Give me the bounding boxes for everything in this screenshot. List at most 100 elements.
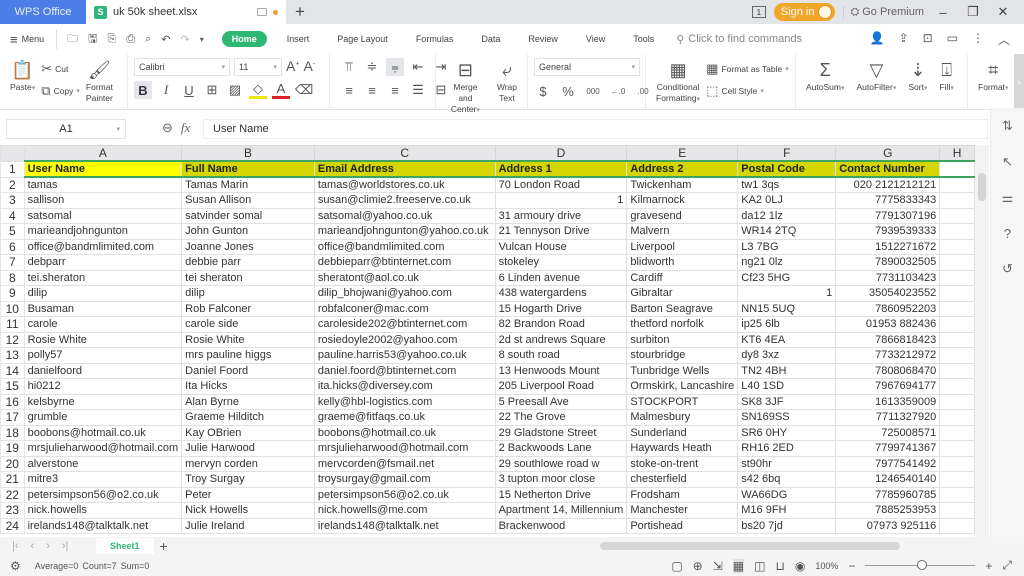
cell-a5[interactable]: marieandjohngunton [23,223,183,240]
cell-c20[interactable]: mervcorden@fsmail.net [313,455,496,472]
horizontal-scrollbar[interactable] [580,541,960,551]
cell-c24[interactable]: irelands148@talktalk.net [313,517,496,534]
cell-e1[interactable]: Address 2 [626,160,739,178]
row-header[interactable]: 20 [0,455,25,472]
cell-h4[interactable] [939,207,975,224]
row-header[interactable]: 12 [0,331,25,348]
cell-h1[interactable] [939,160,975,178]
cell-g23[interactable]: 7885253953 [835,502,941,519]
vertical-scrollbar[interactable] [975,145,989,537]
column-header-f[interactable]: F [737,145,837,162]
merge-center-button[interactable]: ⊟ Merge and Center▾ [440,56,491,118]
prev-sheet-icon[interactable]: ‹ [31,540,35,552]
cell-e7[interactable]: blidworth [626,254,739,271]
zoom-level[interactable]: 100% [815,561,838,571]
justify-icon[interactable]: ☰ [409,81,427,99]
cell-d17[interactable]: 22 The Grove [494,409,628,426]
cell-c13[interactable]: pauline.harris53@yahoo.co.uk [313,347,496,364]
row-header[interactable]: 17 [0,409,25,426]
cell-h23[interactable] [939,502,975,519]
cell-c18[interactable]: boobons@hotmail.co.uk [313,424,496,441]
cell-c4[interactable]: satsomal@yahoo.co.uk [313,207,496,224]
properties-icon[interactable]: ⚌ [1002,190,1014,206]
cell-b8[interactable]: tei sheraton [181,269,315,286]
number-format-select[interactable]: General ▾ [534,58,640,76]
cell-g10[interactable]: 7860952203 [835,300,941,317]
align-top-icon[interactable]: ⫪ [340,58,358,76]
menu-button[interactable]: ≡ Menu [10,32,44,47]
cell-b9[interactable]: dilip [181,285,315,302]
cell-d18[interactable]: 29 Gladstone Street [494,424,628,441]
close-button[interactable]: ✕ [992,4,1014,20]
cell-h7[interactable] [939,254,975,271]
cell-g12[interactable]: 7866818423 [835,331,941,348]
print-icon[interactable]: ⎙ [126,33,135,46]
tab-view[interactable]: View [586,34,605,44]
cell-h13[interactable] [939,347,975,364]
cell-a3[interactable]: sallison [23,192,183,209]
font-color-icon[interactable]: A [272,81,290,99]
cell-h17[interactable] [939,409,975,426]
cell-h12[interactable] [939,331,975,348]
cell-g16[interactable]: 1613359009 [835,393,941,410]
cell-h18[interactable] [939,424,975,441]
cell-a6[interactable]: office@bandmlimited.com [23,238,183,255]
cell-a13[interactable]: polly57 [23,347,183,364]
cell-h10[interactable] [939,300,975,317]
cell-e16[interactable]: STOCKPORT [626,393,739,410]
collaborate-icon[interactable]: ⊡ [923,31,933,48]
freeze-icon[interactable]: ⊕ [693,559,703,573]
row-header[interactable]: 5 [0,223,25,240]
cell-d6[interactable]: Vulcan House [494,238,628,255]
cell-e17[interactable]: Malmesbury [626,409,739,426]
column-header-d[interactable]: D [494,145,628,162]
more-icon[interactable]: ⋮ [972,31,984,48]
cell-f6[interactable]: L3 7BG [737,238,837,255]
cell-a18[interactable]: boobons@hotmail.co.uk [23,424,183,441]
cell-c19[interactable]: mrsjulieharwood@hotmail.com [313,440,496,457]
page-icon[interactable]: ▢ [671,559,682,573]
cell-e9[interactable]: Gibraltar [626,285,739,302]
cell-h16[interactable] [939,393,975,410]
save-icon[interactable]: 🖫 [88,30,97,49]
fill-button[interactable]: ⍗ Fill▾ [933,56,959,96]
row-header[interactable]: 24 [0,517,25,534]
cell-g19[interactable]: 7799741367 [835,440,941,457]
cell-b18[interactable]: Kay OBrien [181,424,315,441]
cell-d21[interactable]: 3 tupton moor close [494,471,628,488]
macro-icon[interactable]: ⚙ [10,559,21,573]
cell-d22[interactable]: 15 Netherton Drive [494,486,628,503]
command-search[interactable]: ⚲ Click to find commands [676,33,802,46]
cell-e4[interactable]: gravesend [626,207,739,224]
bold-icon[interactable]: B [134,81,152,99]
cell-h6[interactable] [939,238,975,255]
align-bottom-icon[interactable]: ⩦ [386,58,404,76]
cell-f2[interactable]: tw1 3qs [737,176,837,193]
minimize-button[interactable]: – [932,5,954,20]
cell-d8[interactable]: 6 Linden avenue [494,269,628,286]
font-size-select[interactable]: 11 ▾ [234,58,282,76]
customize-dropdown-icon[interactable]: ▾ [200,35,204,44]
row-header[interactable]: 11 [0,316,25,333]
cell-g7[interactable]: 7890032505 [835,254,941,271]
cell-b21[interactable]: Troy Surgay [181,471,315,488]
cell-b20[interactable]: mervyn corden [181,455,315,472]
cell-c9[interactable]: dilip_bhojwani@yahoo.com [313,285,496,302]
cell-e19[interactable]: Haywards Heath [626,440,739,457]
window-count-icon[interactable]: 1 [751,6,766,18]
cell-c23[interactable]: nick.howells@me.com [313,502,496,519]
cell-f4[interactable]: da12 1lz [737,207,837,224]
italic-icon[interactable]: I [157,81,175,99]
row-header[interactable]: 3 [0,192,25,209]
cell-a10[interactable]: Busaman [23,300,183,317]
redo-icon[interactable]: ↷ [181,33,190,46]
cell-f21[interactable]: s42 6bq [737,471,837,488]
fullscreen-icon[interactable]: ⤢ [1002,558,1012,573]
add-user-icon[interactable]: 👤 [870,31,885,48]
cell-b4[interactable]: satvinder somal [181,207,315,224]
cell-d4[interactable]: 31 armoury drive [494,207,628,224]
share-icon[interactable]: ⇪ [899,31,909,48]
cell-f5[interactable]: WR14 2TQ [737,223,837,240]
monitor-icon[interactable] [257,8,267,16]
cell-g2[interactable]: 020 2121212121 [835,176,941,193]
